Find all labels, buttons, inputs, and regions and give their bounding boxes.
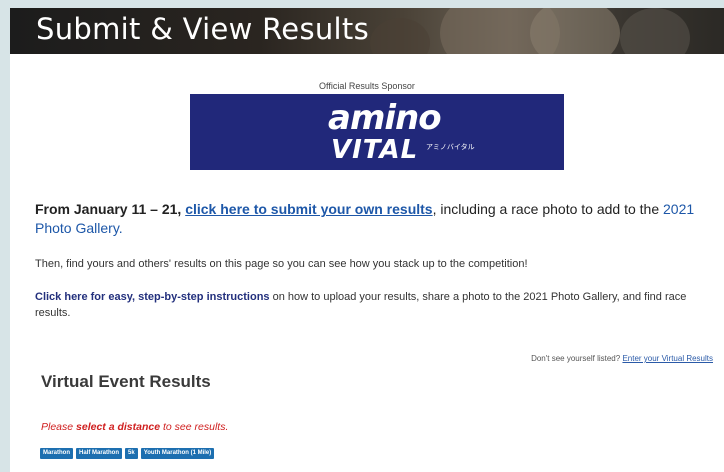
enter-virtual-results-link[interactable]: Enter your Virtual Results [622, 354, 713, 363]
logo-jp-text: アミノバイタル [426, 144, 475, 151]
sponsor-logo[interactable]: amino VITAL アミノバイタル [190, 94, 564, 170]
select-distance-prompt: Please select a distance to see results. [41, 421, 228, 433]
page-banner: Submit & View Results [10, 8, 724, 54]
date-range: From January 11 – 21, [35, 201, 182, 217]
submit-results-link[interactable]: click here to submit your own results [185, 201, 432, 217]
distance-button-group: Marathon Half Marathon 5k Youth Marathon… [40, 448, 215, 459]
sponsor-label: Official Results Sponsor [319, 81, 415, 91]
prompt-pre: Please [41, 421, 77, 433]
instructions-paragraph: Click here for easy, step-by-step instru… [35, 289, 715, 321]
page-frame: Submit & View Results Official Results S… [10, 8, 724, 472]
distance-button-marathon[interactable]: Marathon [40, 448, 73, 459]
distance-button-5k[interactable]: 5k [125, 448, 138, 459]
prompt-bold: select a distance [76, 421, 161, 433]
intro-mid-text: , including a race photo to add to the [432, 201, 660, 217]
logo-vital-text: VITAL [331, 135, 419, 165]
distance-button-half-marathon[interactable]: Half Marathon [76, 448, 123, 459]
results-heading: Virtual Event Results [41, 372, 211, 391]
distance-button-youth-marathon[interactable]: Youth Marathon (1 Mile) [140, 448, 215, 459]
logo-amino-text: amino [328, 98, 442, 138]
dont-see-notice: Don't see yourself listed? Enter your Vi… [531, 354, 713, 363]
instructions-link[interactable]: Click here for easy, step-by-step instru… [35, 291, 270, 303]
dont-see-text: Don't see yourself listed? [531, 354, 621, 363]
intro-paragraph: From January 11 – 21, click here to subm… [35, 200, 715, 238]
page-title: Submit & View Results [36, 12, 369, 46]
prompt-post: to see results. [160, 421, 229, 433]
then-paragraph: Then, find yours and others' results on … [35, 258, 528, 270]
